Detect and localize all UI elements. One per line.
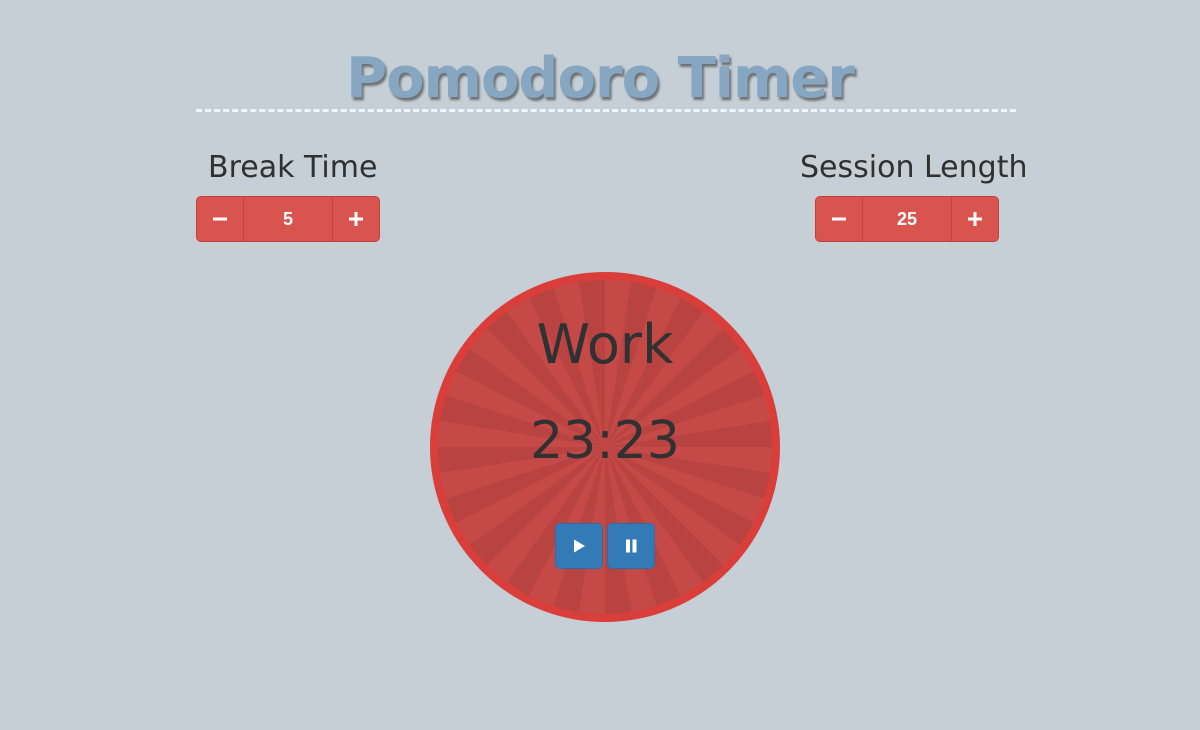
pause-icon [623, 538, 639, 554]
timer-countdown: 23:23 [530, 411, 680, 471]
session-length-stepper: 25 [815, 196, 999, 242]
break-time-value: 5 [282, 208, 293, 229]
play-button[interactable] [555, 523, 603, 569]
plus-icon [348, 205, 364, 233]
break-decrement-button[interactable] [197, 197, 244, 241]
session-length-value: 25 [896, 208, 918, 229]
session-increment-button[interactable] [951, 197, 998, 241]
minus-icon [831, 205, 847, 233]
session-decrement-button[interactable] [816, 197, 863, 241]
break-time-stepper: 5 [196, 196, 380, 242]
play-icon [571, 538, 587, 554]
pause-button[interactable] [607, 523, 655, 569]
minus-icon [212, 205, 228, 233]
title-divider [196, 109, 1016, 112]
page-title: Pomodoro Timer [346, 46, 855, 111]
timer-mode-label: Work [536, 313, 674, 376]
plus-icon [967, 205, 983, 233]
break-increment-button[interactable] [332, 197, 379, 241]
session-length-label: Session Length [800, 150, 1028, 185]
break-time-label: Break Time [208, 150, 378, 185]
